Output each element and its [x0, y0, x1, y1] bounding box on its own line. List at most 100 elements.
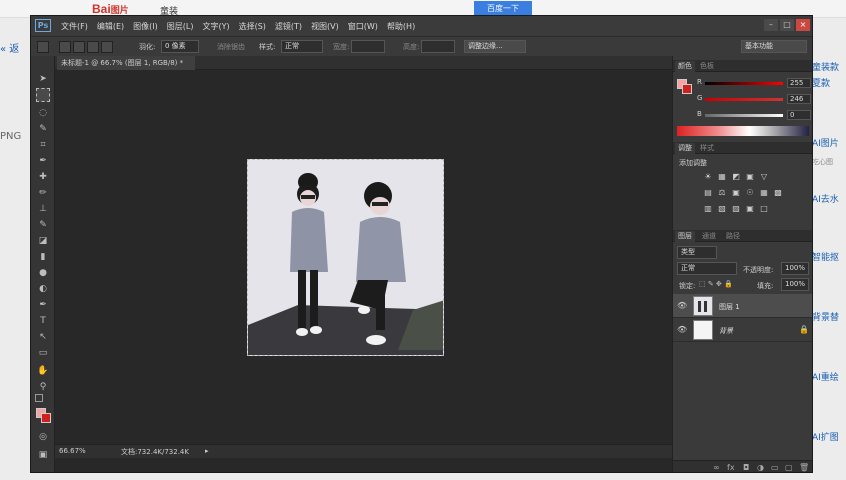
bg-side-item[interactable]: AI扩图	[812, 430, 846, 443]
tab-color[interactable]: 颜色	[675, 61, 695, 72]
layer-row[interactable]: 👁 图层 1	[673, 294, 812, 318]
adjustment-3-3-icon[interactable]: ▨	[731, 204, 741, 214]
background-color-swatch[interactable]	[41, 413, 51, 423]
status-menu-arrow-icon[interactable]: ▸	[205, 447, 209, 455]
adjustment-2-1-icon[interactable]: ▤	[703, 188, 713, 198]
menu-image[interactable]: 图像(I)	[133, 21, 158, 32]
gradient-tool-icon[interactable]: ▮	[36, 250, 50, 264]
layer-name[interactable]: 图层 1	[719, 302, 740, 312]
maximize-button[interactable]: □	[780, 19, 794, 31]
layer-name[interactable]: 背景	[719, 326, 733, 336]
bg-side-item[interactable]: AI去水	[812, 192, 846, 205]
adjustment-icon[interactable]: ◑	[757, 463, 764, 472]
blur-tool-icon[interactable]: ●	[36, 266, 50, 280]
visibility-eye-icon[interactable]: 👁	[677, 301, 687, 310]
menu-view[interactable]: 视图(V)	[311, 21, 339, 32]
layer-filter-select[interactable]: 类型	[677, 246, 717, 259]
visibility-eye-icon[interactable]: 👁	[677, 325, 687, 334]
lasso-tool-icon[interactable]: ◌	[36, 106, 50, 120]
value-r[interactable]: 255	[787, 78, 811, 88]
screen-mode-icon[interactable]: ▣	[36, 448, 50, 462]
document-tab[interactable]: 未标题-1 @ 66.7% (图层 1, RGB/8) *	[57, 56, 195, 70]
tab-channels[interactable]: 通道	[699, 231, 719, 241]
baidu-search-button[interactable]: 百度一下	[474, 1, 532, 16]
eraser-tool-icon[interactable]: ◪	[36, 234, 50, 248]
adjustment-2-6-icon[interactable]: ▩	[773, 188, 783, 198]
shape-tool-icon[interactable]: ▭	[36, 346, 50, 360]
menu-filter[interactable]: 滤镜(T)	[275, 21, 302, 32]
menu-select[interactable]: 选择(S)	[239, 21, 266, 32]
adjustment-2-4-icon[interactable]: ☉	[745, 188, 755, 198]
eyedropper-tool-icon[interactable]: ✒	[36, 154, 50, 168]
bg-back-link[interactable]: « 返	[0, 40, 30, 55]
close-button[interactable]: ×	[796, 19, 810, 31]
value-b[interactable]: 0	[787, 110, 811, 120]
zoom-tool-icon[interactable]: ⚲	[36, 380, 50, 394]
path-select-tool-icon[interactable]: ↖	[36, 330, 50, 344]
adjustment-3-4-icon[interactable]: ▣	[745, 204, 755, 214]
menu-help[interactable]: 帮助(H)	[387, 21, 415, 32]
width-input[interactable]	[351, 40, 385, 53]
bg-side-item[interactable]: 吃心图	[812, 157, 846, 167]
refine-edge-button[interactable]: 调整边缘...	[464, 40, 526, 53]
move-tool-icon[interactable]: ➤	[36, 72, 50, 86]
slider-g[interactable]	[705, 98, 783, 101]
folder-icon[interactable]: ▭	[771, 463, 779, 472]
adjustment-3-2-icon[interactable]: ▧	[717, 204, 727, 214]
mask-icon[interactable]: ◘	[743, 463, 749, 472]
marquee-tool-preset-icon[interactable]	[37, 41, 49, 53]
lock-options-icon[interactable]: ⬚ ✎ ✥ 🔒	[699, 280, 733, 288]
image-canvas[interactable]	[247, 159, 444, 356]
layer-row[interactable]: 👁 背景 🔒	[673, 318, 812, 342]
style-select[interactable]: 正常	[281, 40, 323, 53]
swap-colors-icon[interactable]	[35, 394, 43, 402]
slider-r[interactable]	[705, 82, 783, 85]
tab-styles[interactable]: 样式	[697, 143, 717, 153]
zoom-level[interactable]: 66.67%	[59, 447, 86, 455]
color-spectrum-bar[interactable]	[677, 126, 809, 136]
tab-swatches[interactable]: 色板	[697, 61, 717, 71]
bg-side-item[interactable]: 智能抠	[812, 250, 846, 263]
menu-edit[interactable]: 编辑(E)	[97, 21, 124, 32]
bg-side-item[interactable]: AI图片	[812, 136, 846, 149]
antialias-checkbox[interactable]: 消除锯齿	[217, 42, 245, 52]
quick-mask-icon[interactable]: ◎	[36, 430, 50, 444]
menu-type[interactable]: 文字(Y)	[202, 21, 229, 32]
panel-background-swatch[interactable]	[682, 84, 692, 94]
quick-select-tool-icon[interactable]: ✎	[36, 122, 50, 136]
hand-tool-icon[interactable]: ✋	[36, 364, 50, 378]
rect-marquee-tool-icon[interactable]	[36, 88, 50, 102]
blend-mode-select[interactable]: 正常	[677, 262, 737, 275]
adjustment-2-2-icon[interactable]: ⚖	[717, 188, 727, 198]
height-input[interactable]	[421, 40, 455, 53]
baidu-logo[interactable]: Bai图片	[92, 2, 129, 16]
new-selection-icon[interactable]	[59, 41, 71, 53]
tab-adjustments[interactable]: 调整	[675, 143, 695, 154]
menu-window[interactable]: 窗口(W)	[348, 21, 378, 32]
menu-file[interactable]: 文件(F)	[61, 21, 88, 32]
type-tool-icon[interactable]: T	[36, 314, 50, 328]
adjustment-1-5-icon[interactable]: ▽	[759, 172, 769, 182]
adjustment-1-3-icon[interactable]: ◩	[731, 172, 741, 182]
bg-side-item[interactable]: 童装款	[812, 60, 846, 73]
workspace-select[interactable]: 基本功能	[741, 40, 807, 53]
subtract-selection-icon[interactable]	[87, 41, 99, 53]
opacity-input[interactable]: 100%	[781, 262, 809, 275]
feather-input[interactable]: 0 像素	[161, 40, 199, 53]
dodge-tool-icon[interactable]: ◐	[36, 282, 50, 296]
clone-stamp-tool-icon[interactable]: ⊥	[36, 202, 50, 216]
trash-icon[interactable]: 🗑	[799, 463, 809, 472]
link-icon[interactable]: ∞	[713, 463, 720, 472]
adjustment-1-2-icon[interactable]: ▦	[717, 172, 727, 182]
slider-b[interactable]	[705, 114, 783, 117]
bg-side-item[interactable]: 夏款	[812, 76, 846, 89]
brush-tool-icon[interactable]: ✏	[36, 186, 50, 200]
add-selection-icon[interactable]	[73, 41, 85, 53]
fill-input[interactable]: 100%	[781, 278, 809, 291]
adjustment-1-1-icon[interactable]: ☀	[703, 172, 713, 182]
adjustment-1-4-icon[interactable]: ▣	[745, 172, 755, 182]
adjustment-3-1-icon[interactable]: ▥	[703, 204, 713, 214]
fx-icon[interactable]: fx	[727, 463, 735, 472]
bg-side-item[interactable]: 背景替	[812, 310, 846, 323]
adjustment-2-5-icon[interactable]: ▦	[759, 188, 769, 198]
